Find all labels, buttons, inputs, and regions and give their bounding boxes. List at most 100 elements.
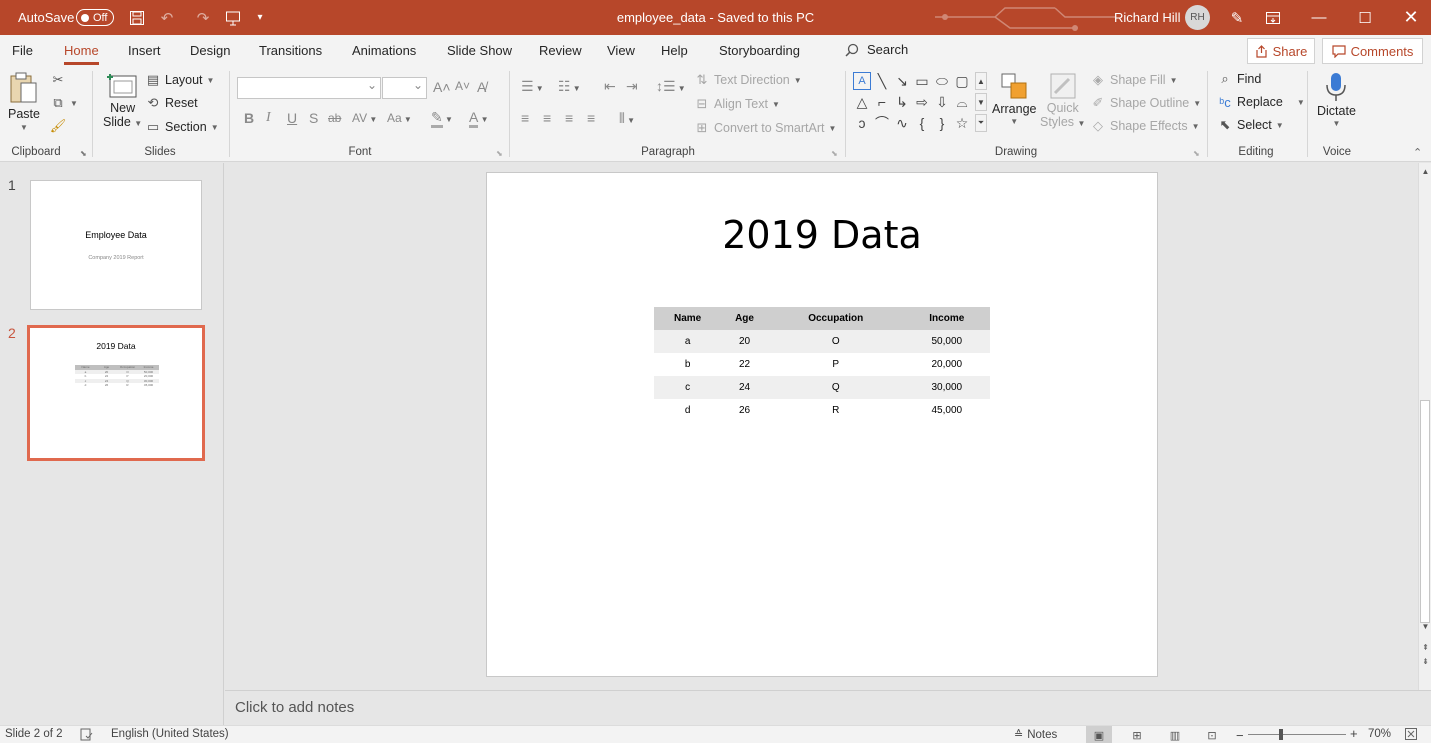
decrease-indent-icon[interactable]: ⇤ (604, 78, 616, 95)
autosave-toggle[interactable]: Off (76, 9, 114, 26)
tab-file[interactable]: File (12, 43, 33, 58)
shadow-button[interactable]: S (309, 110, 318, 126)
find-button[interactable]: ⌕ Find (1217, 71, 1261, 87)
undo-icon[interactable]: ↶ (155, 0, 179, 35)
table-cell[interactable]: 26 (721, 399, 768, 422)
shape-fill-button[interactable]: ◈ Shape Fill ▼ (1090, 72, 1178, 88)
gallery-up-icon[interactable]: ▲ (975, 72, 987, 90)
collapse-ribbon-icon[interactable]: ⌃ (1413, 146, 1422, 159)
ribbon-display-icon[interactable] (1250, 0, 1296, 35)
tab-view[interactable]: View (607, 43, 635, 58)
dialog-launcher-icon[interactable]: ⬊ (496, 149, 503, 158)
quick-styles-button[interactable]: Quick Styles ▼ (1040, 71, 1085, 129)
table-header-cell[interactable]: Name (654, 307, 722, 330)
present-from-beginning-icon[interactable] (221, 0, 245, 35)
slide-show-view-icon[interactable]: ⊡ (1199, 726, 1225, 743)
numbering-button[interactable]: ☷ ▼ (558, 78, 581, 95)
format-painter-button[interactable]: 🖌 (50, 118, 67, 134)
rounded-rectangle-shape-icon[interactable]: ▢ (953, 72, 971, 90)
right-arrow-shape-icon[interactable]: ⇨ (913, 93, 931, 111)
maximize-icon[interactable]: ☐ (1342, 0, 1388, 35)
italic-button[interactable]: I (266, 110, 271, 126)
data-table[interactable]: Name Age Occupation Income a 20 O 50,000… (654, 307, 990, 422)
arrange-button[interactable]: Arrange ▼ (992, 71, 1036, 126)
bullets-button[interactable]: ☰ ▼ (521, 78, 544, 95)
paste-button[interactable]: Paste ▼ (8, 71, 40, 132)
underline-button[interactable]: U (287, 110, 297, 126)
slide-canvas[interactable]: 2019 Data Name Age Occupation Income a 2… (486, 172, 1158, 677)
justify-icon[interactable]: ≡ (587, 110, 595, 126)
line-spacing-button[interactable]: ↕☰ ▼ (656, 78, 686, 95)
down-arrow-shape-icon[interactable]: ⇩ (933, 93, 951, 111)
tab-review[interactable]: Review (539, 43, 582, 58)
font-size-combo[interactable] (382, 77, 427, 99)
user-name[interactable]: Richard Hill (1114, 0, 1180, 35)
comments-button[interactable]: Comments (1322, 38, 1423, 64)
star-shape-icon[interactable]: ☆ (953, 114, 971, 132)
elbow-arrow-icon[interactable]: ↳ (893, 93, 911, 111)
table-header-cell[interactable]: Age (721, 307, 768, 330)
table-cell[interactable]: d (654, 399, 721, 422)
scribble-shape-icon[interactable]: ↄ (853, 114, 871, 132)
next-slide-icon[interactable]: ⇟ (1419, 655, 1431, 668)
dialog-launcher-icon[interactable]: ⬊ (831, 149, 838, 158)
slide-title[interactable]: 2019 Data (487, 213, 1157, 257)
slide-thumbnail-1[interactable]: Employee Data Company 2019 Report (30, 180, 202, 310)
search-box[interactable]: Search (845, 42, 908, 57)
select-button[interactable]: ⬉ Select ▼ (1217, 117, 1284, 133)
layout-button[interactable]: ▤ Layout ▼ (145, 72, 215, 88)
tab-home[interactable]: Home (64, 43, 99, 65)
character-spacing-button[interactable]: AV ▼ (352, 111, 377, 125)
rectangle-shape-icon[interactable]: ▭ (913, 72, 931, 90)
vertical-scrollbar[interactable]: ▲ ▼ ⇞ ⇟ (1418, 163, 1431, 690)
scroll-up-icon[interactable]: ▲ (1419, 165, 1431, 178)
curve-shape-icon[interactable]: ∿ (893, 114, 911, 132)
zoom-in-button[interactable]: + (1350, 726, 1358, 741)
share-button[interactable]: Share (1247, 38, 1315, 64)
copy-button[interactable]: ⧉ ▼ (50, 95, 78, 111)
language-indicator[interactable]: English (United States) (111, 728, 229, 740)
avatar[interactable]: RH (1185, 5, 1210, 30)
scrollbar-thumb[interactable] (1420, 400, 1430, 623)
align-right-icon[interactable]: ≡ (565, 110, 573, 126)
replace-button[interactable]: ᵇc Replace ▼ (1217, 94, 1305, 110)
grow-font-button[interactable]: A˄ (433, 79, 451, 95)
slide-thumbnail-2[interactable]: 2019 Data Name Age Occupation Income a 20 O 50… (27, 325, 205, 461)
oval-shape-icon[interactable]: ⬭ (933, 72, 951, 90)
change-case-button[interactable]: Aa ▼ (387, 111, 412, 125)
table-cell[interactable]: Q (767, 376, 904, 399)
redo-icon[interactable]: ↷ (191, 0, 215, 35)
align-left-icon[interactable]: ≡ (521, 110, 529, 126)
notes-placeholder[interactable]: Click to add notes (235, 699, 354, 716)
table-cell[interactable]: b (654, 353, 721, 376)
table-cell[interactable]: O (767, 330, 904, 353)
freeform-shape-icon[interactable]: ⌓ (953, 93, 971, 111)
clear-formatting-icon[interactable]: A̸ (477, 79, 486, 95)
left-brace-icon[interactable]: { (913, 114, 931, 132)
minimize-icon[interactable]: — (1296, 0, 1342, 35)
table-cell[interactable]: 45,000 (904, 399, 990, 422)
scroll-down-icon[interactable]: ▼ (1419, 620, 1431, 633)
arc-shape-icon[interactable]: ⌒ (873, 114, 891, 132)
columns-button[interactable]: ⫴ ▼ (619, 110, 635, 127)
text-direction-button[interactable]: ⇅ Text Direction ▼ (694, 72, 802, 88)
shrink-font-button[interactable]: A˅ (455, 79, 470, 93)
table-cell[interactable]: 20 (721, 330, 768, 353)
font-name-combo[interactable] (237, 77, 381, 99)
table-cell[interactable]: R (768, 399, 904, 422)
table-cell[interactable]: 22 (721, 353, 768, 376)
tab-transitions[interactable]: Transitions (259, 43, 322, 58)
reset-button[interactable]: ⟲ Reset (145, 95, 198, 111)
bold-button[interactable]: B (244, 110, 254, 126)
zoom-slider[interactable] (1248, 734, 1346, 735)
gallery-down-icon[interactable]: ▼ (975, 93, 987, 111)
textbox-shape-icon[interactable]: A (853, 72, 871, 90)
dialog-launcher-icon[interactable]: ⬊ (1193, 149, 1200, 158)
save-icon[interactable] (125, 0, 149, 35)
table-cell[interactable]: 30,000 (903, 376, 990, 399)
notes-toggle-button[interactable]: ≙ Notes (1014, 728, 1057, 742)
align-center-icon[interactable]: ≡ (543, 110, 551, 126)
table-header-cell[interactable]: Income (903, 307, 990, 330)
table-cell[interactable]: a (654, 330, 722, 353)
previous-slide-icon[interactable]: ⇞ (1419, 641, 1431, 654)
